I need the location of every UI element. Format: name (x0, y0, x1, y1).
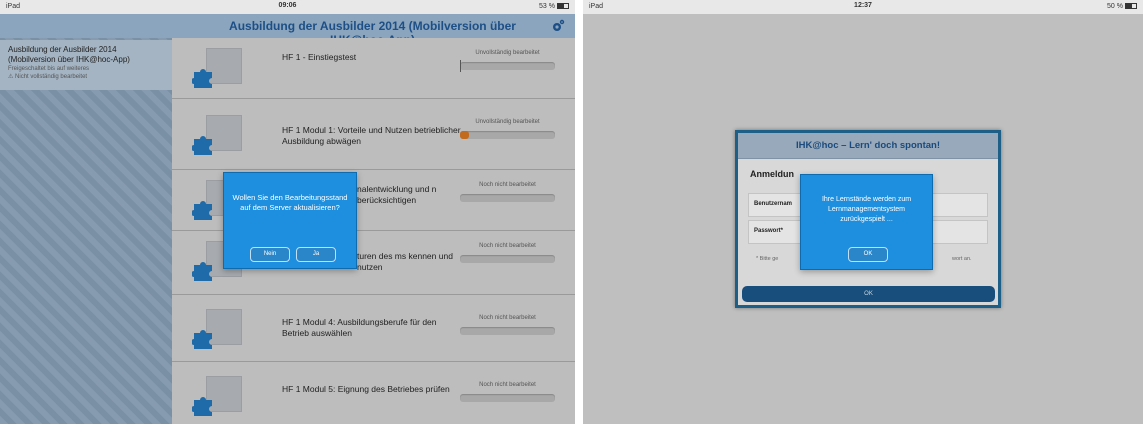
course-title-line2: (Mobilversion über IHK@hoc-App) (8, 55, 130, 64)
dialog-message: Wollen Sie den Bearbeitungsstand auf dem… (232, 193, 348, 212)
sync-confirm-dialog: Wollen Sie den Bearbeitungsstand auf dem… (223, 172, 357, 269)
progress-bar (460, 327, 555, 335)
module-status: Noch nicht bearbeitet (479, 182, 536, 188)
module-title: turen des ms kennen und nutzen (357, 251, 453, 272)
battery-status: 50 % (1107, 3, 1137, 10)
module-title: nalentwicklung und n berücksichtigen (357, 184, 437, 205)
module-status: Noch nicht bearbeitet (479, 243, 536, 249)
module-title: HF 1 Modul 1: Vorteile und Nutzen betrie… (282, 125, 461, 146)
nav-bar: Ausbildung der Ausbilder 2014 (Mobilvers… (0, 14, 575, 47)
password-label: Passwort* (754, 228, 784, 234)
login-header: IHK@hoc – Lern' doch spontan! (738, 133, 998, 159)
module-status: Unvollständig bearbeitet (475, 119, 540, 125)
yes-button[interactable]: Ja (296, 247, 336, 262)
status-bar: iPad 09:06 53 % (0, 0, 575, 14)
screenshot-pair: iPad 09:06 53 % Ausbildung der Ausbilder… (0, 0, 1143, 424)
no-button[interactable]: Nein (250, 247, 290, 262)
status-bar: iPad 12:37 50 % (583, 0, 1143, 14)
course-availability: Freigeschaltet bis auf weiteres (8, 66, 90, 72)
course-title-line1: Ausbildung der Ausbilder 2014 (8, 45, 117, 54)
username-label: Benutzernam (754, 201, 793, 207)
course-state-text: Nicht vollständig bearbeitet (15, 74, 88, 80)
list-item[interactable]: HF 1 Modul 4: Ausbildungsberufe für den … (172, 295, 575, 362)
battery-icon (1125, 3, 1137, 10)
progress-bar (460, 394, 555, 402)
puzzle-icon (192, 376, 244, 418)
battery-status: 53 % (539, 3, 569, 10)
progress-bar (460, 60, 555, 72)
sync-info-dialog: Ihre Lernstände werden zum Lernmanagemen… (800, 174, 933, 270)
ok-button[interactable]: OK (848, 247, 888, 262)
module-status: Noch nicht bearbeitet (479, 382, 536, 388)
gear-icon[interactable] (551, 19, 565, 33)
dialog-message: Ihre Lernstände werden zum Lernmanagemen… (821, 196, 912, 223)
module-status: Unvollständig bearbeitet (475, 50, 540, 56)
battery-icon (557, 3, 569, 10)
module-title: HF 1 - Einstiegstest (282, 52, 357, 62)
login-note-left: * Bitte ge (756, 256, 779, 262)
progress-bar (460, 194, 555, 202)
divider (575, 0, 583, 424)
battery-percent: 53 % (539, 3, 555, 10)
progress-bar (460, 131, 555, 139)
battery-percent: 50 % (1107, 3, 1123, 10)
right-ipad-screen: iPad 12:37 50 % IHK@hoc – Lern' doch spo… (583, 0, 1143, 424)
sidebar: Ausbildung der Ausbilder 2014 (Mobilvers… (0, 38, 172, 424)
list-item[interactable]: HF 1 Modul 5: Eignung des Betriebes prüf… (172, 362, 575, 424)
course-state: ⚠ Nicht vollständig bearbeitet (8, 74, 88, 80)
list-item[interactable]: HF 1 - Einstiegstest Unvollständig bearb… (172, 38, 575, 99)
login-ok-button[interactable]: OK (742, 286, 995, 302)
clock: 09:06 (278, 2, 297, 9)
puzzle-icon (192, 48, 244, 90)
progress-bar (460, 255, 555, 263)
login-section-title: Anmeldun (750, 169, 794, 179)
puzzle-icon (192, 309, 244, 351)
login-note-right: wort an. (952, 256, 972, 262)
module-title: HF 1 Modul 4: Ausbildungsberufe für den … (282, 317, 437, 338)
list-item[interactable]: HF 1 Modul 1: Vorteile und Nutzen betrie… (172, 99, 575, 170)
module-status: Noch nicht bearbeitet (479, 315, 536, 321)
clock: 12:37 (854, 2, 872, 9)
left-ipad-screen: iPad 09:06 53 % Ausbildung der Ausbilder… (0, 0, 575, 424)
puzzle-icon (192, 115, 244, 157)
sidebar-item-course[interactable]: Ausbildung der Ausbilder 2014 (Mobilvers… (0, 40, 172, 90)
module-title: HF 1 Modul 5: Eignung des Betriebes prüf… (282, 384, 450, 394)
